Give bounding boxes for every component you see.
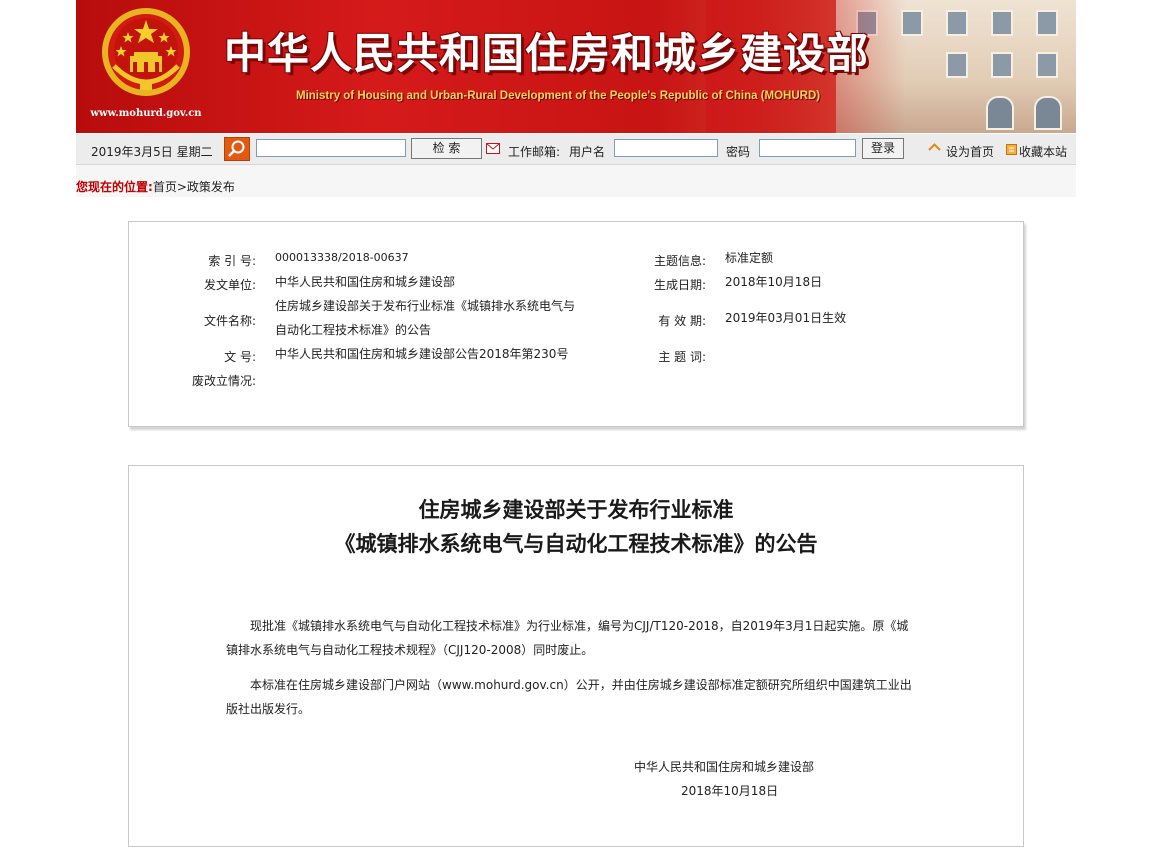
- set-home-link[interactable]: 设为首页: [946, 143, 994, 160]
- breadcrumb-current-link[interactable]: 政策发布: [187, 180, 235, 194]
- valid-label: 有 效 期:: [658, 314, 706, 328]
- current-date: 2019年3月5日 星期二: [91, 145, 213, 159]
- date-value: 2018年10月18日: [725, 275, 823, 289]
- breadcrumb: 您现在的位置:首页>政策发布: [76, 178, 235, 195]
- mail-label: 工作邮箱:: [508, 145, 561, 159]
- date-label: 生成日期:: [653, 278, 706, 292]
- article-title-line2: 《城镇排水系统电气与自动化工程技术标准》的公告: [334, 531, 818, 556]
- index-value: 000013338/2018-00637: [275, 251, 409, 264]
- top-toolbar: 2019年3月5日 星期二 检 索 工作邮箱: 用户名 密码 登录 设为首页 收…: [76, 134, 1076, 165]
- username-label: 用户名: [569, 145, 606, 159]
- doc-no-value: 中华人民共和国住房和城乡建设部公告2018年第230号: [275, 347, 569, 361]
- keywords-label: 主 题 词:: [658, 350, 706, 364]
- national-emblem-icon: [102, 8, 190, 96]
- article-signer: 中华人民共和国住房和城乡建设部: [634, 760, 815, 774]
- search-button[interactable]: 检 索: [411, 138, 482, 159]
- article-panel: 住房城乡建设部关于发布行业标准 《城镇排水系统电气与自动化工程技术标准》的公告 …: [128, 465, 1024, 847]
- article-paragraph-1: 现批准《城镇排水系统电气与自动化工程技术标准》为行业标准，编号为CJJ/T120…: [226, 619, 909, 657]
- bookmark-link[interactable]: 收藏本站: [1019, 143, 1067, 160]
- index-label: 索 引 号:: [208, 254, 256, 268]
- page: www.mohurd.gov.cn 中华人民共和国住房和城乡建设部 Minist…: [0, 0, 1150, 847]
- home-icon: [928, 143, 941, 151]
- banner-subtitle: Ministry of Housing and Urban-Rural Deve…: [296, 90, 821, 102]
- login-button[interactable]: 登录: [862, 138, 904, 159]
- document-info-panel: 索 引 号: 000013338/2018-00637 发文单位: 中华人民共和…: [128, 221, 1024, 427]
- topic-value: 标准定额: [725, 251, 774, 265]
- mail-icon: [486, 143, 500, 154]
- breadcrumb-bar: 您现在的位置:首页>政策发布: [76, 165, 1076, 197]
- issuer-label: 发文单位:: [203, 278, 256, 292]
- breadcrumb-home-link[interactable]: 首页: [153, 180, 177, 194]
- banner-url: www.mohurd.gov.cn: [90, 108, 202, 119]
- doc-name-line1: 住房城乡建设部关于发布行业标准《城镇排水系统电气与: [275, 299, 576, 313]
- issuer-value: 中华人民共和国住房和城乡建设部: [275, 275, 456, 289]
- topic-label: 主题信息:: [653, 254, 706, 268]
- article-title-line1: 住房城乡建设部关于发布行业标准: [418, 497, 734, 522]
- doc-name-line2: 自动化工程技术标准》的公告: [275, 323, 432, 337]
- article-paragraph-2: 本标准在住房城乡建设部门户网站（www.mohurd.gov.cn）公开，并由住…: [226, 678, 912, 716]
- status-label: 废改立情况:: [191, 374, 256, 388]
- site-banner: www.mohurd.gov.cn 中华人民共和国住房和城乡建设部 Minist…: [76, 0, 1076, 133]
- article-sign-date: 2018年10月18日: [681, 784, 779, 798]
- password-label: 密码: [726, 145, 751, 159]
- banner-title: 中华人民共和国住房和城乡建设部: [224, 29, 870, 78]
- valid-value: 2019年03月01日生效: [725, 311, 847, 325]
- breadcrumb-separator: >: [176, 180, 187, 194]
- bookmark-icon: [1006, 144, 1017, 155]
- username-field[interactable]: [614, 139, 718, 157]
- search-icon: [228, 140, 245, 157]
- doc-name-label: 文件名称:: [203, 314, 256, 328]
- password-field[interactable]: [759, 139, 856, 157]
- search-icon-button[interactable]: [224, 137, 250, 161]
- doc-no-label: 文 号:: [224, 350, 256, 364]
- search-input[interactable]: [256, 139, 406, 157]
- breadcrumb-label: 您现在的位置:: [76, 180, 153, 194]
